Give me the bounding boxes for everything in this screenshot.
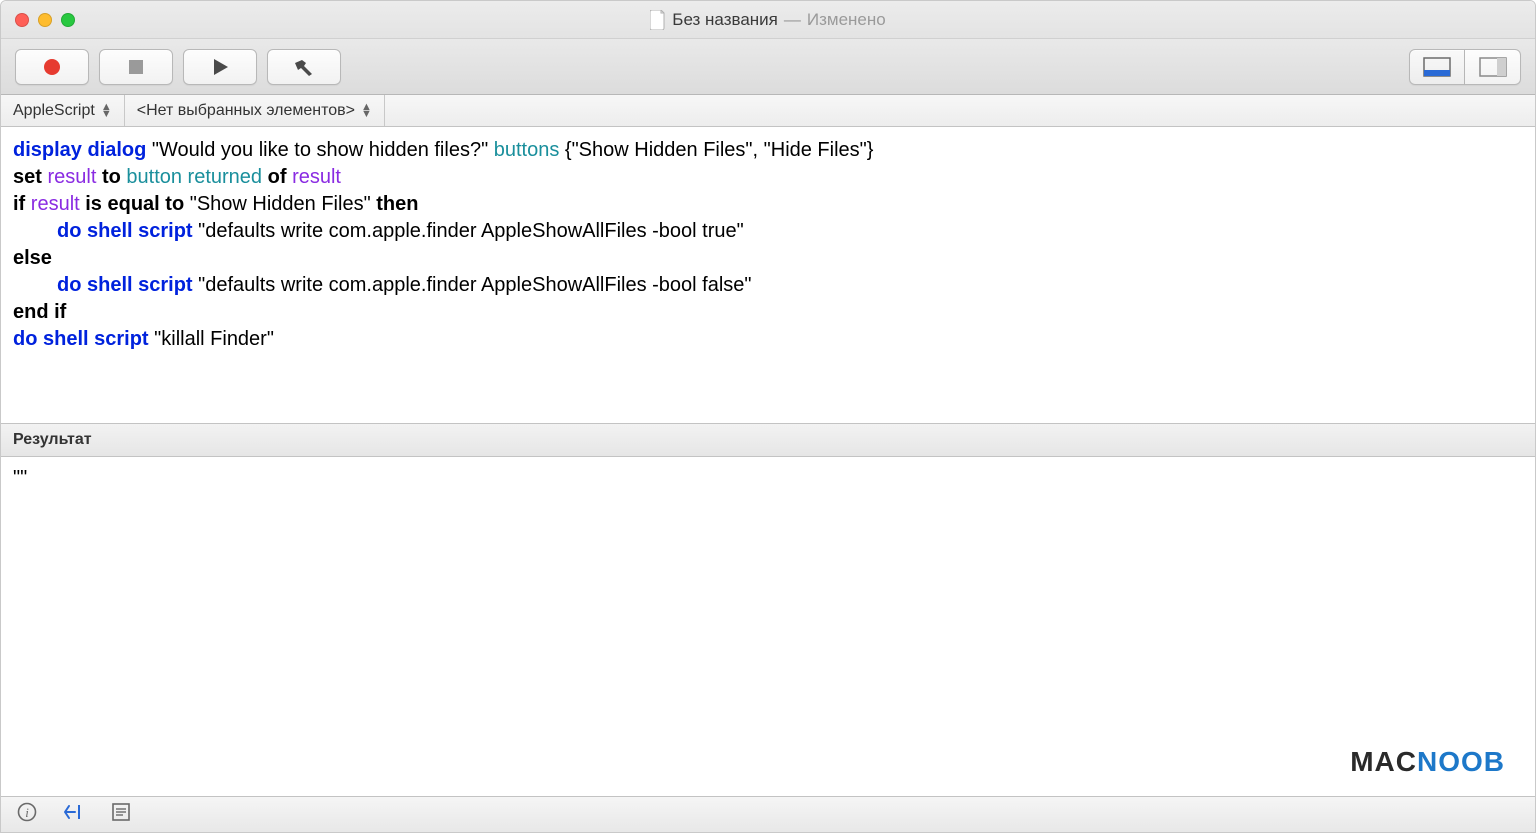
close-icon[interactable] <box>15 13 29 27</box>
result-tab-icon[interactable] <box>63 802 85 827</box>
chevron-up-down-icon: ▲▼ <box>101 104 112 118</box>
compile-button[interactable] <box>267 49 341 85</box>
hammer-icon <box>292 57 316 77</box>
string-literal: "defaults write com.apple.finder AppleSh… <box>198 274 751 296</box>
window-title: Без названия — Изменено <box>1 10 1535 30</box>
record-button[interactable] <box>15 49 89 85</box>
minimize-icon[interactable] <box>38 13 52 27</box>
bottom-pane-icon <box>1423 57 1451 77</box>
elements-label: <Нет выбранных элементов> <box>137 102 355 120</box>
kw-buttons: buttons <box>494 139 560 161</box>
string-literal: "Would you like to show hidden files?" <box>152 139 488 161</box>
watermark: MACNOOB <box>1350 746 1505 778</box>
view-toggle-group <box>1409 49 1521 85</box>
kw-do-shell-script: do shell script <box>13 328 149 350</box>
watermark-part2: NOOB <box>1417 746 1505 777</box>
result-value: "" <box>13 467 27 489</box>
svg-text:i: i <box>25 805 29 820</box>
kw-is-equal-to: is equal to <box>85 193 184 215</box>
run-button[interactable] <box>183 49 257 85</box>
title-text: Без названия <box>672 10 778 30</box>
titlebar[interactable]: Без названия — Изменено <box>1 1 1535 39</box>
side-pane-icon <box>1479 57 1507 77</box>
zoom-icon[interactable] <box>61 13 75 27</box>
string-literal: "killall Finder" <box>154 328 274 350</box>
title-status: Изменено <box>807 10 886 30</box>
chevron-up-down-icon: ▲▼ <box>361 104 372 118</box>
toolbar <box>1 39 1535 95</box>
kw-end-if: end if <box>13 301 66 323</box>
result-header: Результат <box>1 423 1535 457</box>
var-result: result <box>292 166 341 188</box>
kw-to: to <box>102 166 121 188</box>
language-label: AppleScript <box>13 102 95 120</box>
stop-button[interactable] <box>99 49 173 85</box>
kw-button-returned: button returned <box>126 166 262 188</box>
kw-if: if <box>13 193 25 215</box>
kw-do-shell-script: do shell script <box>57 220 193 242</box>
kw-display-dialog: display dialog <box>13 139 146 161</box>
kw-then: then <box>376 193 418 215</box>
title-separator: — <box>784 10 801 30</box>
show-side-pane-button[interactable] <box>1465 49 1521 85</box>
language-selector[interactable]: AppleScript ▲▼ <box>1 95 125 126</box>
show-result-pane-button[interactable] <box>1409 49 1465 85</box>
document-icon <box>650 10 666 30</box>
var-result: result <box>47 166 96 188</box>
status-bar: i <box>1 796 1535 832</box>
kw-set: set <box>13 166 42 188</box>
kw-do-shell-script: do shell script <box>57 274 193 296</box>
kw-else: else <box>13 247 52 269</box>
navigation-bar: AppleScript ▲▼ <Нет выбранных элементов>… <box>1 95 1535 127</box>
traffic-lights <box>15 13 75 27</box>
string-literal: "defaults write com.apple.finder AppleSh… <box>198 220 744 242</box>
kw-of: of <box>268 166 287 188</box>
watermark-part1: MAC <box>1350 746 1417 777</box>
description-tab-icon[interactable]: i <box>17 802 37 827</box>
elements-selector[interactable]: <Нет выбранных элементов> ▲▼ <box>125 95 385 126</box>
list-literal: {"Show Hidden Files", "Hide Files"} <box>565 139 874 161</box>
string-literal: "Show Hidden Files" <box>190 193 371 215</box>
result-header-label: Результат <box>13 431 92 449</box>
result-pane[interactable]: "" MACNOOB <box>1 457 1535 796</box>
script-editor-window: Без названия — Изменено <box>0 0 1536 833</box>
log-tab-icon[interactable] <box>111 802 131 827</box>
var-result: result <box>31 193 80 215</box>
code-editor[interactable]: display dialog "Would you like to show h… <box>1 127 1535 423</box>
